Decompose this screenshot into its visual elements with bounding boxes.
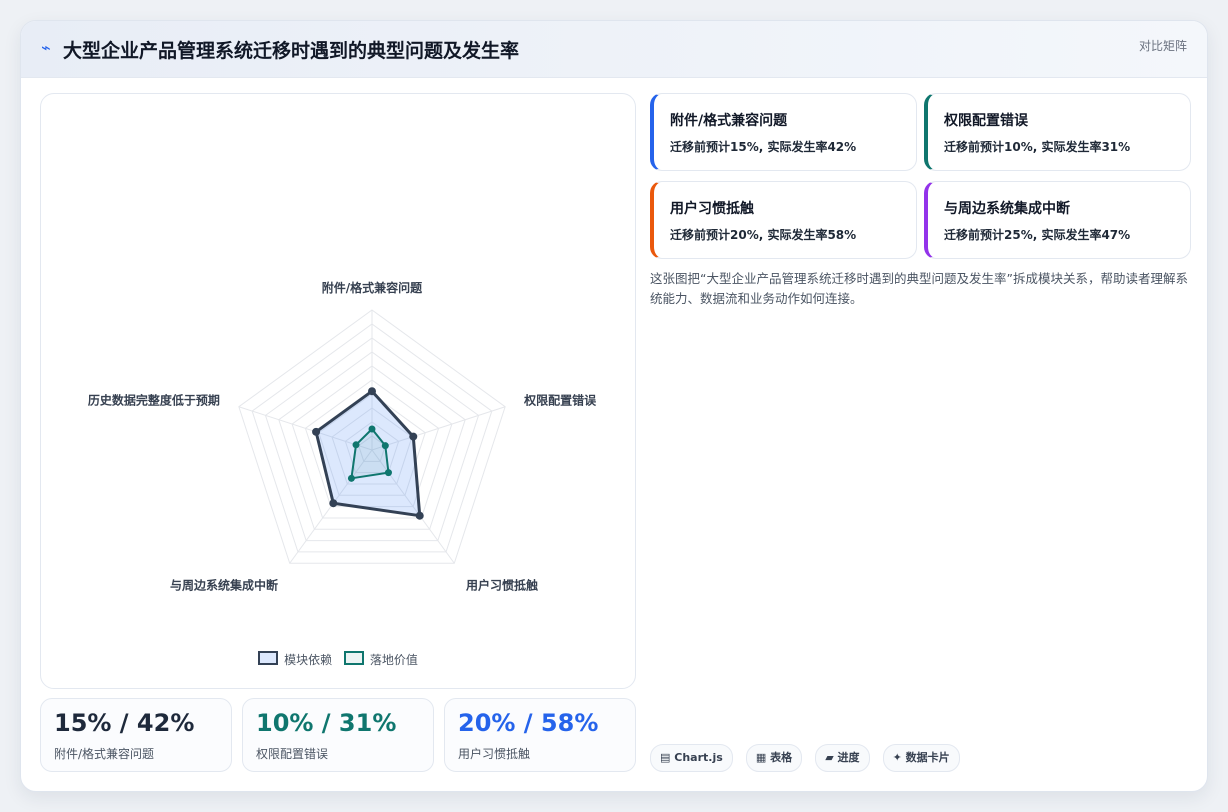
data-point[interactable]	[415, 511, 424, 520]
stat-value: 10% / 31%	[256, 709, 397, 737]
issue-card-title: 用户习惯抵触	[670, 201, 754, 217]
radar-chart: 附件/格式兼容问题权限配置错误用户习惯抵触 与周边系统集成中断 历史数据完整度低于预…	[88, 280, 597, 592]
issue-card-desc: 迁移前预计10%, 实际发生率31%	[944, 140, 1131, 154]
issue-card[interactable]: 与周边系统集成中断 迁移前预计25%, 实际发生率47%	[924, 181, 1191, 259]
chip-label: 数据卡片	[905, 751, 950, 764]
stat-card: 10% / 31% 权限配置错误	[242, 698, 434, 772]
chip-chartjs[interactable]: ▤ Chart.js	[650, 744, 733, 772]
radar-chart-panel: 附件/格式兼容问题权限配置错误用户习惯抵触 与周边系统集成中断 历史数据完整度低于预…	[40, 93, 636, 689]
axis-label: 用户习惯抵触	[465, 577, 538, 592]
main-window: ⌁ 大型企业产品管理系统迁移时遇到的典型问题及发生率 对比矩阵 附件/格式兼容问…	[20, 20, 1208, 792]
issue-card-desc: 迁移前预计15%, 实际发生率42%	[670, 140, 857, 154]
stat-value: 15% / 42%	[54, 709, 195, 737]
chip-label: 进度	[837, 751, 860, 764]
data-point[interactable]	[312, 427, 321, 436]
stat-label: 附件/格式兼容问题	[54, 747, 155, 761]
chip-table[interactable]: ▦ 表格	[745, 744, 803, 772]
data-point[interactable]	[368, 425, 376, 433]
header: ⌁ 大型企业产品管理系统迁移时遇到的典型问题及发生率 对比矩阵	[21, 21, 1207, 78]
chip-label: Chart.js	[674, 751, 723, 764]
issue-card[interactable]: 附件/格式兼容问题 迁移前预计15%, 实际发生率42%	[650, 93, 917, 171]
chart-description: 这张图把“大型企业产品管理系统迁移时遇到的典型问题及发生率”拆成模块关系，帮助读…	[650, 271, 1188, 306]
stat-label: 权限配置错误	[256, 747, 329, 761]
chip-data-cards[interactable]: ✦ 数据卡片	[882, 744, 960, 772]
legend-swatch	[258, 651, 279, 665]
table-icon: ▦	[755, 751, 767, 764]
issue-card-desc: 迁移前预计25%, 实际发生率47%	[944, 228, 1131, 242]
axis-label: 与周边系统集成中断	[170, 577, 278, 592]
stat-label: 用户习惯抵触	[458, 747, 531, 761]
legend-label: 落地价值	[369, 653, 418, 667]
issue-card-desc: 迁移前预计20%, 实际发生率58%	[670, 228, 857, 242]
issue-card-title: 权限配置错误	[944, 113, 1028, 129]
data-point[interactable]	[352, 441, 360, 449]
legend-item-series-1[interactable]: 落地价值	[343, 651, 418, 668]
issue-card-title: 与周边系统集成中断	[944, 201, 1070, 217]
data-point[interactable]	[409, 432, 418, 441]
chart-legend: 模块依赖 落地价值	[41, 651, 635, 668]
issue-card[interactable]: 权限配置错误 迁移前预计10%, 实际发生率31%	[924, 93, 1191, 171]
view-tag[interactable]: 对比矩阵	[1139, 37, 1187, 54]
axis-label: 权限配置错误	[523, 393, 597, 408]
axis-label: 附件/格式兼容问题	[322, 280, 423, 295]
axis-label: 历史数据完整度低于预期	[88, 393, 220, 408]
data-point[interactable]	[384, 469, 392, 477]
bolt-icon: ⌁	[41, 38, 51, 57]
page-title: 大型企业产品管理系统迁移时遇到的典型问题及发生率	[63, 40, 520, 62]
progress-icon: ▰	[825, 751, 834, 764]
data-point[interactable]	[381, 442, 389, 450]
chart-icon: ▤	[660, 751, 671, 764]
issue-card[interactable]: 用户习惯抵触 迁移前预计20%, 实际发生率58%	[650, 181, 917, 259]
legend-item-series-0[interactable]: 模块依赖	[258, 651, 332, 668]
tech-chips: ▤ Chart.js ▦ 表格 ▰ 进度 ✦ 数据卡片	[650, 744, 968, 772]
stat-card: 15% / 42% 附件/格式兼容问题	[40, 698, 232, 772]
chip-label: 表格	[770, 751, 793, 764]
data-point[interactable]	[347, 474, 355, 482]
issue-card-title: 附件/格式兼容问题	[670, 113, 788, 129]
stat-card: 20% / 58% 用户习惯抵触	[444, 698, 636, 772]
chip-progress[interactable]: ▰ 进度	[815, 744, 870, 772]
sparkle-icon: ✦	[892, 751, 902, 764]
data-point[interactable]	[368, 387, 376, 396]
legend-swatch	[343, 651, 364, 665]
data-point[interactable]	[329, 499, 338, 508]
stat-value: 20% / 58%	[458, 709, 599, 737]
legend-label: 模块依赖	[284, 653, 333, 667]
